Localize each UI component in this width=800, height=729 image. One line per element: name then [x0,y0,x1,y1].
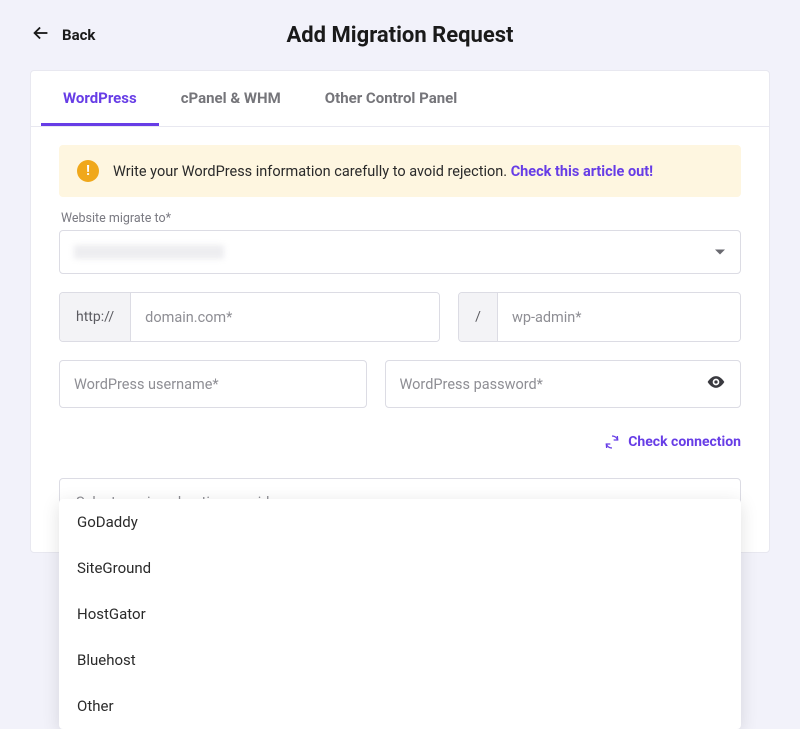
tab-other-control-panel[interactable]: Other Control Panel [303,71,479,126]
warning-icon: ! [77,160,99,182]
chevron-down-icon [714,243,726,262]
check-connection-label: Check connection [628,434,741,450]
arrow-left-icon [30,22,52,48]
tab-cpanel-whm[interactable]: cPanel & WHM [159,71,303,126]
migration-form-card: WordPress cPanel & WHM Other Control Pan… [30,70,770,553]
domain-input[interactable] [131,293,439,341]
tabs: WordPress cPanel & WHM Other Control Pan… [31,71,769,127]
migrate-to-select[interactable] [59,230,741,274]
eye-icon[interactable] [706,372,726,396]
domain-input-group: http:// [59,292,440,342]
provider-option-bluehost[interactable]: Bluehost [59,637,741,683]
provider-option-hostgator[interactable]: HostGator [59,591,741,637]
provider-option-godaddy[interactable]: GoDaddy [59,499,741,545]
page-title: Add Migration Request [287,23,514,48]
provider-option-other[interactable]: Other [59,683,741,729]
provider-dropdown: GoDaddy SiteGround HostGator Bluehost Ot… [59,499,741,729]
path-slash: / [459,293,498,341]
provider-option-siteground[interactable]: SiteGround [59,545,741,591]
wpadmin-path-input[interactable] [498,293,740,341]
back-button[interactable]: Back [30,22,95,48]
info-alert: ! Write your WordPress information caref… [59,145,741,197]
check-connection-button[interactable]: Check connection [604,434,741,450]
back-label: Back [62,26,95,44]
http-prefix: http:// [60,293,131,341]
tab-wordpress[interactable]: WordPress [41,71,159,126]
alert-text: Write your WordPress information careful… [113,163,653,180]
wpadmin-input-group: / [458,292,741,342]
migrate-to-value-obscured [74,245,224,259]
wordpress-password-input[interactable] [400,361,706,407]
refresh-icon [604,434,620,450]
check-article-link[interactable]: Check this article out! [511,163,653,180]
migrate-to-label: Website migrate to* [61,211,741,226]
wordpress-username-input[interactable] [74,361,352,407]
